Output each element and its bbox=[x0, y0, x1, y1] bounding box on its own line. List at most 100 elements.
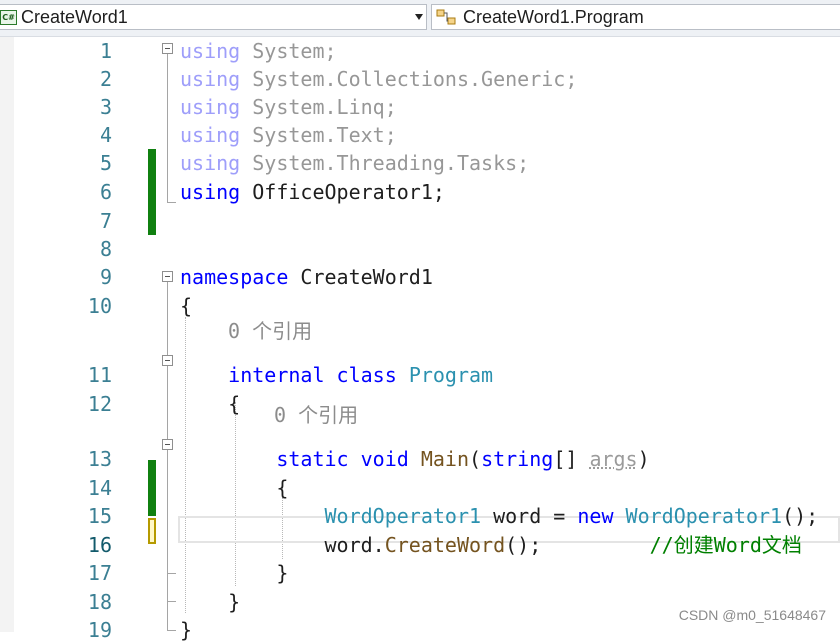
code-line[interactable]: 11 internal class Program bbox=[0, 361, 840, 389]
code-token: CreateWord bbox=[384, 533, 506, 557]
code-token: static bbox=[180, 447, 349, 471]
code-token: } bbox=[180, 561, 289, 585]
line-number: 19 bbox=[87, 618, 112, 642]
code-token: System.Linq; bbox=[240, 95, 397, 119]
code-token: using bbox=[180, 180, 241, 204]
code-token: OfficeOperator1; bbox=[240, 180, 445, 204]
code-line[interactable]: 5 using System.Threading.Tasks; bbox=[0, 149, 840, 177]
line-number: 11 bbox=[87, 363, 112, 387]
code-text[interactable]: } bbox=[180, 560, 288, 586]
codelens-references[interactable]: 0 个引用 bbox=[274, 402, 358, 428]
code-token: using bbox=[180, 95, 241, 119]
codelens-references[interactable]: 0 个引用 bbox=[228, 318, 312, 344]
code-token: using bbox=[180, 39, 241, 63]
line-number: 13 bbox=[87, 447, 112, 471]
code-line[interactable]: 7 bbox=[0, 207, 840, 235]
code-token: string bbox=[481, 447, 554, 471]
code-token: { bbox=[180, 392, 241, 416]
code-token: word = bbox=[481, 504, 578, 528]
code-line[interactable]: 10 { bbox=[0, 292, 840, 320]
code-text[interactable]: } bbox=[180, 589, 240, 615]
code-token: Main bbox=[420, 447, 470, 471]
code-editor[interactable]: 1 using System; 2 using System.Collections.… bbox=[0, 37, 840, 642]
code-token: System; bbox=[240, 39, 337, 63]
line-number: 9 bbox=[99, 265, 112, 289]
code-token: args bbox=[589, 447, 638, 471]
code-line[interactable]: 4 using System.Text; bbox=[0, 121, 840, 149]
code-token: using bbox=[180, 123, 241, 147]
code-token: namespace bbox=[180, 265, 289, 289]
line-number: 18 bbox=[87, 590, 112, 614]
code-text[interactable]: internal class Program bbox=[180, 362, 493, 388]
line-number: 6 bbox=[99, 180, 112, 204]
line-number: 14 bbox=[87, 476, 112, 500]
code-text[interactable]: static void Main(string[] args) bbox=[180, 446, 650, 472]
code-token: System.Threading.Tasks; bbox=[240, 151, 530, 175]
code-token: word. bbox=[180, 533, 385, 557]
code-text[interactable]: { bbox=[180, 293, 192, 319]
code-line[interactable]: 13 static void Main(string[] args) bbox=[0, 445, 840, 473]
line-number: 4 bbox=[99, 123, 112, 147]
code-token: ) bbox=[637, 447, 650, 471]
line-number: 17 bbox=[87, 561, 112, 585]
code-line[interactable]: 15 WordOperator1 word = new WordOperator… bbox=[0, 502, 840, 530]
code-text[interactable]: using System.Text; bbox=[180, 122, 397, 148]
code-line[interactable]: 6 using OfficeOperator1; bbox=[0, 178, 840, 206]
code-text[interactable]: } bbox=[180, 617, 192, 643]
project-dropdown[interactable]: C# CreateWord1 bbox=[0, 4, 427, 30]
code-text[interactable]: using OfficeOperator1; bbox=[180, 179, 445, 205]
line-number: 3 bbox=[99, 95, 112, 119]
line-number: 1 bbox=[99, 39, 112, 63]
code-text[interactable]: { bbox=[180, 475, 288, 501]
code-text[interactable]: WordOperator1 word = new WordOperator1()… bbox=[180, 503, 819, 529]
code-line[interactable]: 17 } bbox=[0, 559, 840, 587]
code-text[interactable]: using System.Linq; bbox=[180, 94, 397, 120]
code-text[interactable]: word.CreateWord(); //创建Word文档 bbox=[180, 532, 801, 558]
watermark: CSDN @m0_51648467 bbox=[678, 607, 826, 623]
code-token: using bbox=[180, 151, 241, 175]
code-line[interactable]: 3 using System.Linq; bbox=[0, 93, 840, 121]
code-text[interactable]: using System.Collections.Generic; bbox=[180, 66, 577, 92]
line-number: 7 bbox=[99, 209, 112, 233]
line-number: 16 bbox=[87, 533, 112, 557]
line-number: 12 bbox=[87, 392, 112, 416]
code-token: System.Text; bbox=[240, 123, 397, 147]
line-number: 5 bbox=[99, 151, 112, 175]
code-token: (); bbox=[505, 533, 650, 557]
navigation-bar: C# CreateWord1 CreateWord1.Program bbox=[0, 0, 840, 37]
code-token: ( bbox=[469, 447, 482, 471]
code-token: WordOperator1 bbox=[324, 504, 482, 528]
class-icon bbox=[436, 9, 456, 25]
code-token: } bbox=[180, 618, 193, 642]
code-token: { bbox=[180, 294, 193, 318]
code-text[interactable]: using System.Threading.Tasks; bbox=[180, 150, 529, 176]
code-text[interactable]: using System; bbox=[180, 38, 337, 64]
code-line[interactable]: 2 using System.Collections.Generic; bbox=[0, 65, 840, 93]
code-token: [] bbox=[553, 447, 590, 471]
code-token: System.Collections.Generic; bbox=[240, 67, 578, 91]
code-line[interactable]: 1 using System; bbox=[0, 37, 840, 65]
code-text[interactable]: namespace CreateWord1 bbox=[180, 264, 433, 290]
chevron-down-icon[interactable] bbox=[415, 14, 423, 20]
code-text[interactable]: { bbox=[180, 391, 240, 417]
code-token: (); bbox=[782, 504, 819, 528]
code-token: class bbox=[336, 363, 397, 387]
code-token: CreateWord1 bbox=[288, 265, 433, 289]
code-token: Program bbox=[408, 363, 494, 387]
code-line[interactable]: 9 namespace CreateWord1 bbox=[0, 263, 840, 291]
code-line[interactable]: 12 { bbox=[0, 390, 840, 418]
code-token: internal bbox=[180, 363, 325, 387]
code-token: new bbox=[577, 504, 614, 528]
code-line[interactable]: 16 word.CreateWord(); //创建Word文档 bbox=[0, 531, 840, 559]
code-token: { bbox=[180, 476, 289, 500]
type-dropdown[interactable]: CreateWord1.Program bbox=[431, 4, 840, 30]
project-dropdown-label: CreateWord1 bbox=[21, 7, 128, 27]
code-line[interactable]: 8 bbox=[0, 235, 840, 263]
code-line[interactable]: 14 { bbox=[0, 474, 840, 502]
